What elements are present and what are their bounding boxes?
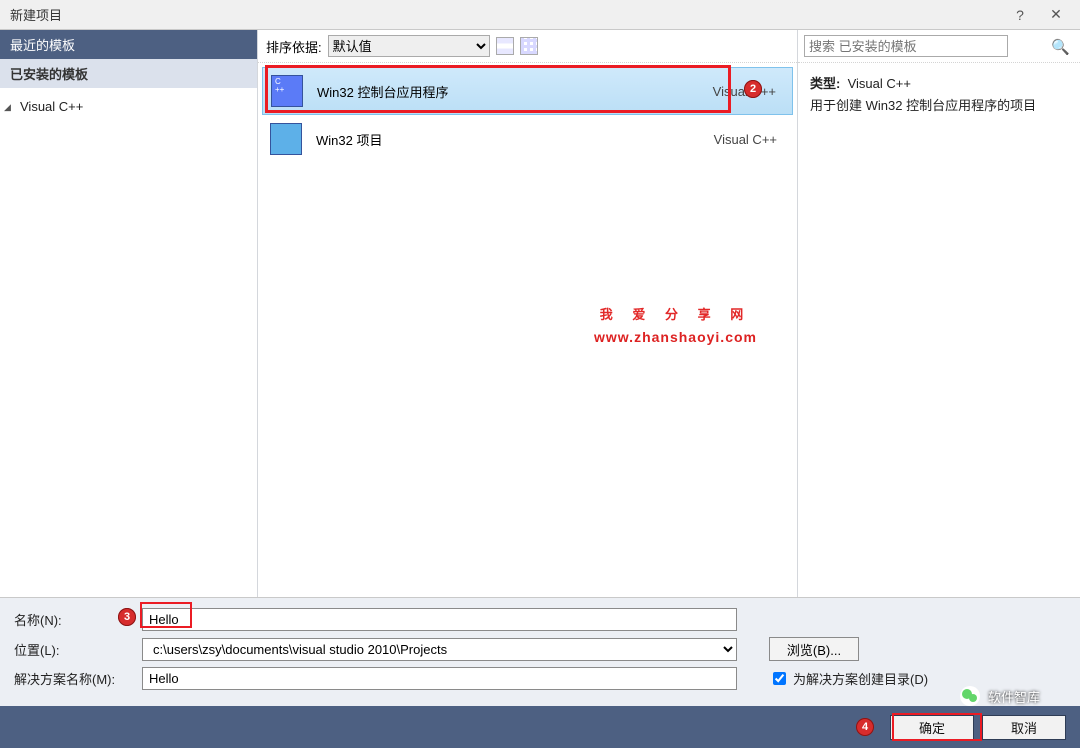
sidebar-recent-header[interactable]: 最近的模板 <box>0 30 257 59</box>
watermark: 我 爱 分 享 网 www.zhanshaoyi.com <box>594 299 757 345</box>
template-lang: Visual C++ <box>714 132 787 147</box>
sort-select[interactable]: 默认值 <box>328 35 490 57</box>
window-title: 新建项目 <box>10 5 62 24</box>
view-list-icon[interactable] <box>496 37 514 55</box>
annotation-4: 4 <box>856 718 874 736</box>
search-icon[interactable]: 🔍 <box>1051 38 1070 56</box>
titlebar: 新建项目 ? ✕ <box>0 0 1080 30</box>
search-input[interactable] <box>804 35 1008 57</box>
help-button[interactable]: ? <box>1002 3 1038 27</box>
win32-project-icon <box>270 123 302 155</box>
template-name: Win32 项目 <box>316 130 676 149</box>
location-label: 位置(L): <box>14 640 132 659</box>
solution-name-input[interactable] <box>142 667 737 690</box>
name-input[interactable] <box>142 608 737 631</box>
template-row-console[interactable]: Win32 控制台应用程序 Visual C++ <box>262 67 793 115</box>
create-solution-dir[interactable]: 为解决方案创建目录(D) <box>769 669 959 688</box>
browse-button[interactable]: 浏览(B)... <box>769 637 859 661</box>
console-app-icon <box>271 75 303 107</box>
name-label: 名称(N): <box>14 610 132 629</box>
template-name: Win32 控制台应用程序 <box>317 82 677 101</box>
dialog-footer: 4 确定 取消 <box>0 706 1080 748</box>
location-select[interactable]: c:\users\zsy\documents\visual studio 201… <box>142 638 737 661</box>
annotation-3: 3 <box>118 608 136 626</box>
annotation-2: 2 <box>744 80 762 98</box>
view-grid-icon[interactable] <box>520 37 538 55</box>
type-value: Visual C++ <box>848 76 911 91</box>
template-row-win32proj[interactable]: Win32 项目 Visual C++ <box>262 115 793 163</box>
sort-toolbar: 排序依据: 默认值 <box>258 30 797 63</box>
create-solution-dir-checkbox[interactable] <box>773 672 786 685</box>
form-area: 名称(N): 位置(L): c:\users\zsy\documents\vis… <box>0 597 1080 706</box>
close-button[interactable]: ✕ <box>1038 3 1074 27</box>
template-pane: 排序依据: 默认值 Win32 控制台应用程序 Visual C++ Win32… <box>258 30 798 597</box>
sort-label: 排序依据: <box>266 37 322 56</box>
sidebar-installed-header[interactable]: 已安装的模板 <box>0 59 257 88</box>
ok-button[interactable]: 确定 <box>890 715 974 740</box>
cancel-button[interactable]: 取消 <box>982 715 1066 740</box>
sidebar: 最近的模板 已安装的模板 Visual C++ CLR Win32 1 常规 <box>0 30 258 597</box>
solution-name-label: 解决方案名称(M): <box>14 669 132 688</box>
type-label: 类型: <box>810 76 840 91</box>
